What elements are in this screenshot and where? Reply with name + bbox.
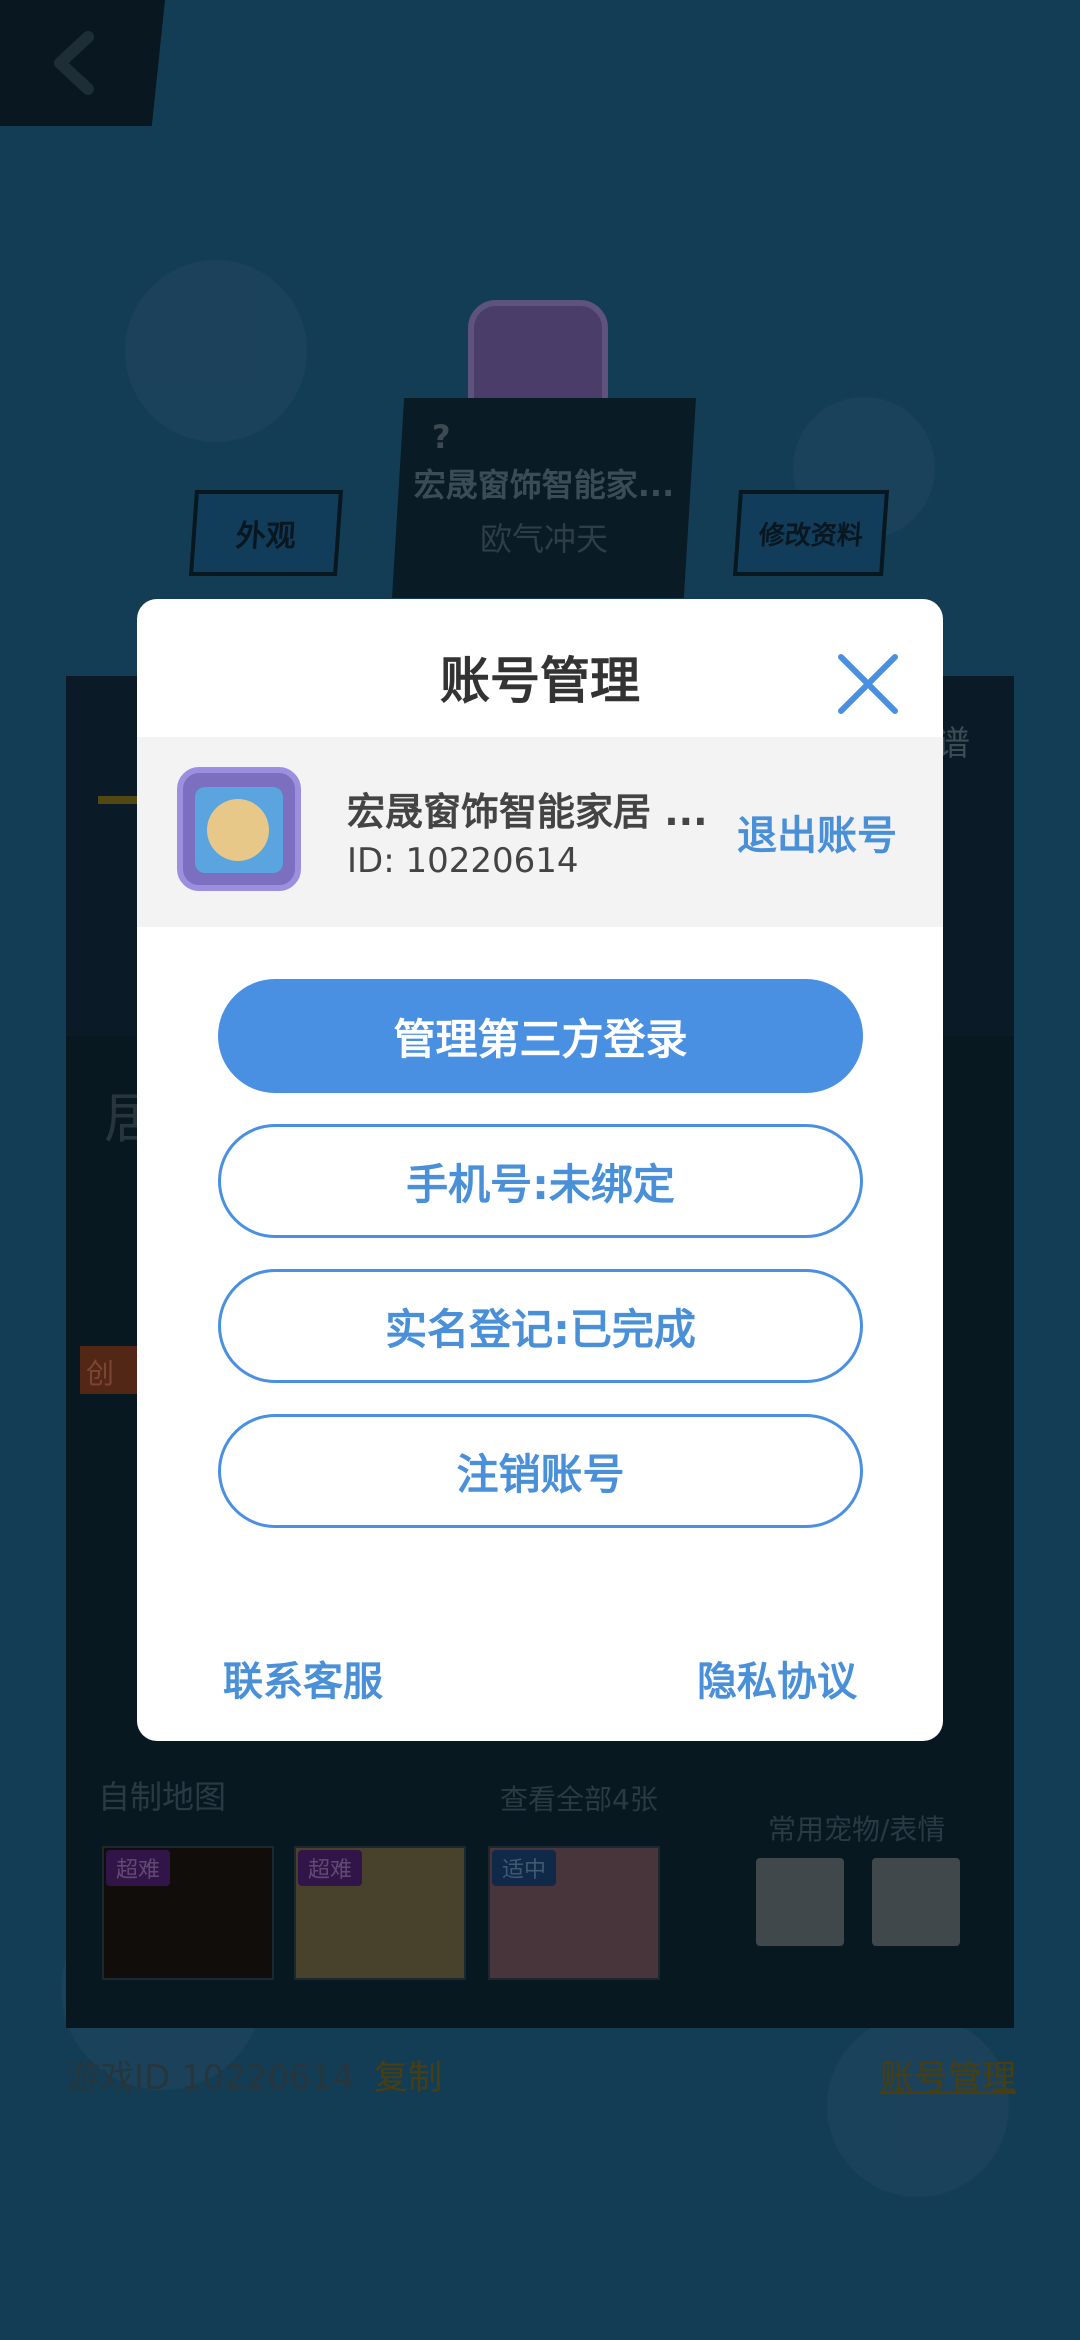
- account-management-dialog: 账号管理 宏晟窗饰智能家居 ... ID: 10220614 退出账号 管理第三…: [137, 599, 943, 1741]
- logout-button[interactable]: 退出账号: [737, 803, 897, 861]
- dialog-title: 账号管理: [440, 652, 640, 710]
- manage-third-party-login-button[interactable]: 管理第三方登录: [218, 979, 863, 1093]
- account-info-row: 宏晟窗饰智能家居 ... ID: 10220614 退出账号: [137, 737, 943, 927]
- delete-account-button[interactable]: 注销账号: [218, 1414, 863, 1528]
- privacy-policy-link[interactable]: 隐私协议: [697, 1649, 857, 1707]
- close-icon: [838, 654, 898, 714]
- close-button[interactable]: [833, 649, 903, 719]
- account-name: 宏晟窗饰智能家居 ...: [347, 790, 708, 834]
- account-id: ID: 10220614: [347, 841, 579, 881]
- contact-support-link[interactable]: 联系客服: [223, 1649, 383, 1707]
- phone-binding-button[interactable]: 手机号:未绑定: [218, 1124, 863, 1238]
- real-name-registration-button[interactable]: 实名登记:已完成: [218, 1269, 863, 1383]
- account-avatar: [177, 767, 301, 891]
